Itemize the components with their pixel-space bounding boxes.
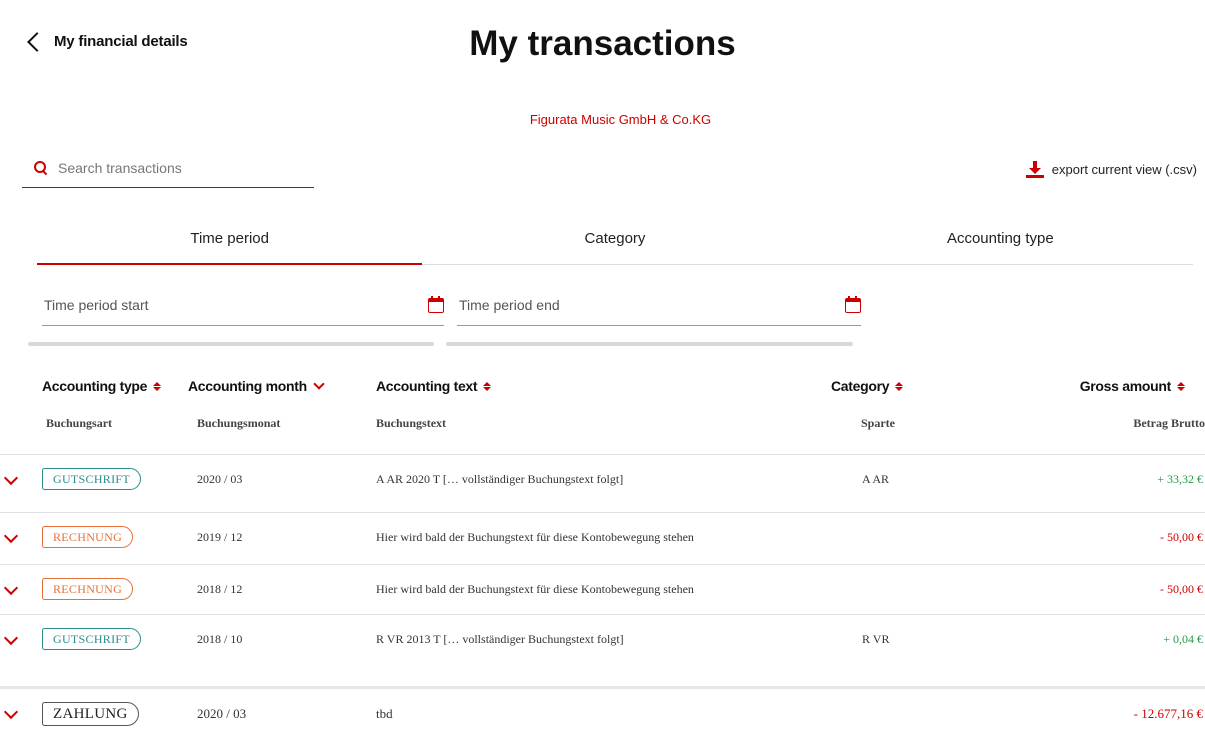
column-header-accounting-type[interactable]: Accounting type: [42, 378, 162, 394]
column-header-label: Accounting month: [188, 378, 307, 394]
top-bar: My financial details My transactions: [0, 0, 1205, 90]
amount-cell: - 12.677,16 €: [1133, 706, 1203, 721]
company-name: Figurata Music GmbH & Co.KG: [529, 112, 712, 127]
month-cell: 2020 / 03: [197, 706, 247, 721]
amount-cell: - 50,00 €: [1160, 530, 1203, 544]
download-icon: [1025, 160, 1044, 178]
tab-time-period[interactable]: Time period: [37, 224, 423, 265]
column-header-label: Gross amount: [1079, 378, 1172, 394]
text-cell: tbd: [376, 706, 393, 721]
column-header-category[interactable]: Category: [831, 378, 904, 394]
month-cell: 2018 / 12: [197, 582, 243, 596]
table-row[interactable]: RECHNUNG 2019 / 12 Hier wird bald der Bu…: [0, 512, 1205, 563]
text-cell: R VR 2013 T [… vollständiger Buchungstex…: [376, 632, 624, 646]
category-cell: A AR: [862, 472, 890, 486]
column-header-accounting-text[interactable]: Accounting text: [376, 378, 492, 394]
page-title: My transactions: [469, 24, 736, 63]
expand-chevron-icon[interactable]: [3, 630, 19, 646]
expand-chevron-icon[interactable]: [3, 704, 19, 720]
expand-chevron-icon[interactable]: [3, 528, 19, 544]
amount-cell: - 50,00 €: [1160, 582, 1203, 596]
export-label: export current view (.csv): [1051, 161, 1197, 177]
month-cell: 2018 / 10: [197, 632, 243, 646]
scrollbar[interactable]: [446, 342, 853, 346]
column-subheader: Sparte: [861, 416, 895, 430]
text-cell: A AR 2020 T [… vollständiger Buchungstex…: [376, 472, 624, 486]
table-row[interactable]: GUTSCHRIFT 2020 / 03 A AR 2020 T [… voll…: [0, 454, 1205, 505]
filter-tabs: Time period Category Accounting type: [37, 224, 1193, 265]
column-subheader: Buchungstext: [376, 416, 447, 430]
type-badge: GUTSCHRIFT: [42, 628, 142, 650]
scrollbar[interactable]: [28, 342, 434, 346]
sort-icon: [153, 381, 162, 391]
type-badge: ZAHLUNG: [42, 702, 139, 726]
time-period-end-input[interactable]: [457, 296, 761, 314]
filter-panel: Time period Category Accounting type: [22, 200, 1205, 350]
text-cell: Hier wird bald der Buchungstext für dies…: [376, 582, 694, 596]
type-badge: RECHNUNG: [42, 578, 134, 600]
column-header-label: Category: [831, 378, 890, 394]
export-button[interactable]: export current view (.csv): [1025, 160, 1197, 178]
amount-cell: + 0,04 €: [1163, 632, 1203, 646]
column-subheader: Buchungsart: [46, 416, 113, 430]
search-input[interactable]: [56, 158, 290, 177]
time-period-end-field: [457, 285, 861, 326]
column-subheader: Buchungsmonat: [197, 416, 281, 430]
search-icon: [34, 160, 48, 175]
tab-accounting-type[interactable]: Accounting type: [808, 224, 1193, 264]
type-badge: GUTSCHRIFT: [42, 468, 142, 490]
column-header-accounting-month[interactable]: Accounting month: [188, 378, 325, 394]
column-header-label: Accounting type: [42, 378, 148, 394]
text-cell: Hier wird bald der Buchungstext für dies…: [376, 530, 694, 544]
sort-icon: [1177, 381, 1185, 391]
search-box: [22, 148, 314, 188]
category-cell: R VR: [862, 632, 890, 646]
calendar-icon[interactable]: [428, 295, 444, 313]
column-header-gross-amount[interactable]: Gross amount: [1080, 378, 1185, 394]
table-row[interactable]: RECHNUNG 2018 / 12 Hier wird bald der Bu…: [0, 564, 1205, 615]
sort-icon: [483, 381, 492, 391]
expand-chevron-icon[interactable]: [3, 580, 19, 596]
tab-category[interactable]: Category: [422, 224, 807, 264]
column-subheader: Betrag Brutto: [1133, 416, 1205, 430]
type-badge: RECHNUNG: [42, 526, 134, 548]
sort-desc-icon: [313, 378, 325, 390]
month-cell: 2019 / 12: [197, 530, 243, 544]
amount-cell: + 33,32 €: [1157, 472, 1203, 486]
calendar-icon[interactable]: [845, 295, 861, 313]
expand-chevron-icon[interactable]: [3, 470, 19, 486]
column-header-label: Accounting text: [376, 378, 478, 394]
table-row[interactable]: ZAHLUNG 2020 / 03 tbd - 12.677,16 €: [0, 686, 1205, 739]
time-period-start-input[interactable]: [42, 296, 346, 314]
sort-icon: [895, 381, 904, 391]
table-row[interactable]: GUTSCHRIFT 2018 / 10 R VR 2013 T [… voll…: [0, 614, 1205, 665]
month-cell: 2020 / 03: [197, 472, 243, 486]
time-period-start-field: [42, 285, 444, 326]
